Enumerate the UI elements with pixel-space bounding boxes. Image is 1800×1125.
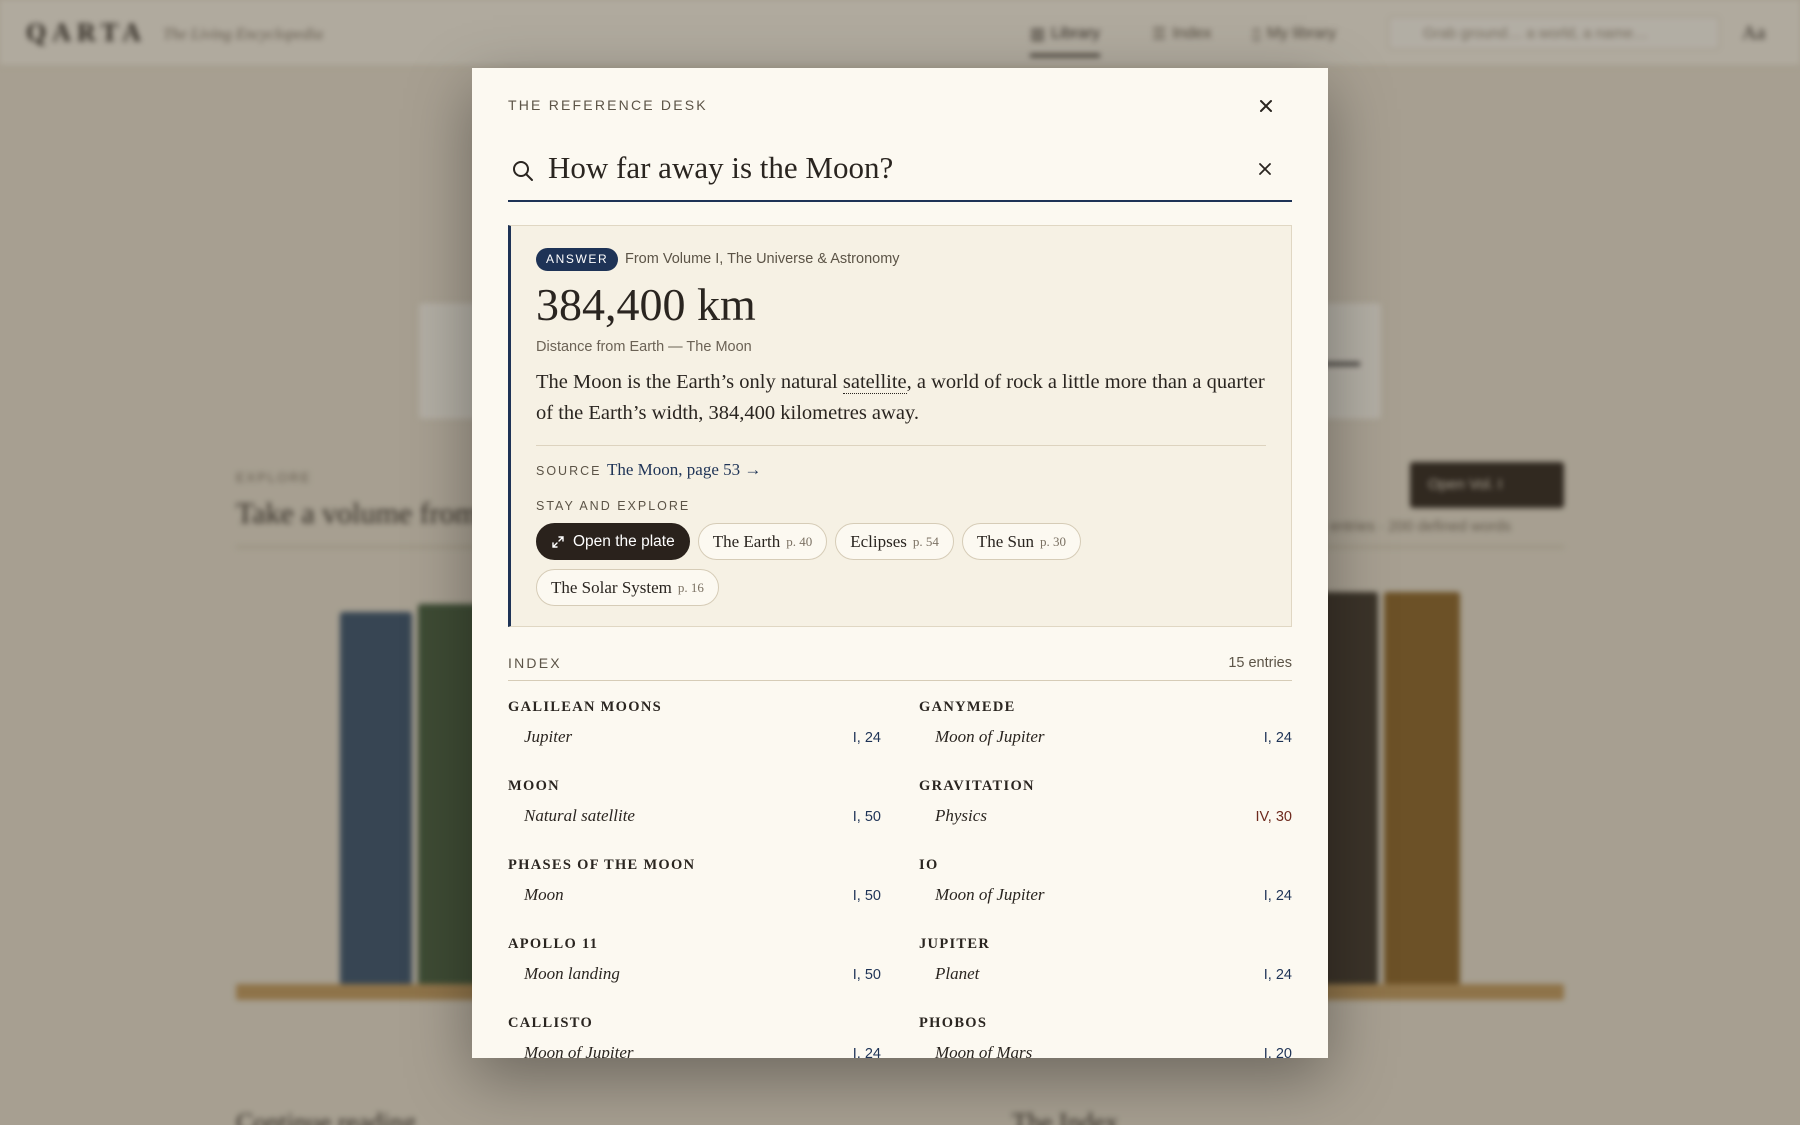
entry-subterm: Physics	[935, 806, 987, 825]
entry-subterm: Moon of Jupiter	[524, 1043, 634, 1058]
chip-label: The Sun	[976, 531, 1034, 551]
entry-ref[interactable]: I, 24	[853, 727, 881, 747]
chip-page: p. 30	[1040, 533, 1066, 549]
entry-term: IO	[919, 857, 939, 873]
question-search-bar	[508, 140, 1292, 202]
close-icon[interactable]	[1252, 92, 1280, 120]
entry-term: GANYMEDE	[919, 699, 1016, 715]
entry-term: JUPITER	[919, 936, 991, 952]
question-input[interactable]	[548, 144, 1228, 192]
index-entry[interactable]: MOON Natural satellite I, 50	[508, 775, 881, 854]
entry-term: PHOBOS	[919, 1015, 988, 1031]
chip-page: p. 16	[677, 579, 704, 595]
entry-subterm: Jupiter	[524, 727, 573, 746]
entry-subterm: Moon of Mars	[935, 1043, 1033, 1058]
entry-ref[interactable]: I, 24	[1264, 885, 1292, 905]
entry-ref[interactable]: I, 24	[853, 1043, 881, 1058]
defined-term-satellite[interactable]: satellite	[842, 371, 907, 394]
open-plate-label: Open the plate	[573, 532, 675, 550]
entry-ref[interactable]: I, 24	[1264, 727, 1292, 747]
index-list: GALILEAN MOONS Jupiter I, 24 GANYMEDE Moon …	[508, 696, 1292, 1058]
related-chips: Open the plate The Earth p. 40 Eclipses p.…	[536, 523, 1266, 606]
entry-term: CALLISTO	[508, 1015, 594, 1031]
index-entry[interactable]: JUPITER Planet I, 24	[919, 933, 1292, 1012]
source-label: SOURCE	[536, 464, 602, 478]
entry-term: GRAVITATION	[919, 778, 1035, 794]
answer-source-volume: From Volume I, The Universe & Astronomy	[625, 251, 900, 267]
chip-the-solar-system[interactable]: The Solar System p. 16	[536, 569, 719, 606]
index-count: 15 entries	[1228, 655, 1292, 671]
chip-the-earth[interactable]: The Earth p. 40	[697, 523, 828, 560]
answer-badge: ANSWER	[536, 248, 619, 271]
entry-ref[interactable]: I, 50	[853, 885, 881, 905]
chip-eclipses[interactable]: Eclipses p. 54	[835, 523, 954, 560]
expand-icon	[552, 535, 564, 548]
chip-label: The Solar System	[551, 577, 672, 597]
entry-term: APOLLO 11	[508, 936, 599, 952]
index-entry[interactable]: CALLISTO Moon of Jupiter I, 24	[508, 1012, 881, 1058]
source-link[interactable]: The Moon, page 53 →	[607, 460, 761, 480]
entry-ref[interactable]: I, 50	[853, 806, 881, 826]
index-entry[interactable]: GANYMEDE Moon of Jupiter I, 24	[919, 696, 1292, 775]
modal-title: THE REFERENCE DESK	[508, 97, 708, 113]
entry-subterm: Moon of Jupiter	[935, 885, 1045, 904]
answer-text-start: The Moon is the Earth’s only natural	[536, 371, 843, 393]
chip-label: Eclipses	[850, 531, 907, 551]
index-entry[interactable]: GALILEAN MOONS Jupiter I, 24	[508, 696, 881, 775]
entry-subterm: Moon of Jupiter	[935, 727, 1045, 746]
index-entry[interactable]: PHASES OF THE MOON Moon I, 50	[508, 854, 881, 933]
index-entry[interactable]: GRAVITATION Physics IV, 30	[919, 775, 1292, 854]
chip-label: The Earth	[712, 531, 781, 551]
stay-explore-label: STAY AND EXPLORE	[536, 499, 691, 513]
answer-value: 384,400 km	[536, 279, 756, 330]
entry-subterm: Planet	[935, 964, 980, 983]
index-divider	[508, 680, 1292, 681]
entry-ref[interactable]: IV, 30	[1255, 806, 1292, 826]
chip-page: p. 54	[912, 533, 939, 549]
entry-term: PHASES OF THE MOON	[508, 857, 696, 873]
entry-term: MOON	[508, 778, 560, 794]
entry-subterm: Moon	[524, 885, 564, 904]
chip-page: p. 40	[786, 533, 813, 549]
answer-text: The Moon is the Earth’s only natural sat…	[536, 367, 1276, 429]
open-plate-button[interactable]: Open the plate	[536, 523, 690, 560]
clear-query-icon[interactable]	[1252, 156, 1278, 182]
entry-subterm: Natural satellite	[524, 806, 635, 825]
answer-caption: Distance from Earth — The Moon	[536, 339, 752, 355]
chip-the-sun[interactable]: The Sun p. 30	[961, 523, 1081, 560]
index-label: INDEX	[508, 655, 562, 671]
entry-subterm: Moon landing	[524, 964, 620, 983]
entry-ref[interactable]: I, 50	[853, 964, 881, 984]
entry-term: GALILEAN MOONS	[508, 699, 662, 715]
entry-ref[interactable]: I, 24	[1264, 964, 1292, 984]
search-icon	[513, 161, 533, 181]
index-entry[interactable]: IO Moon of Jupiter I, 24	[919, 854, 1292, 933]
index-entry[interactable]: PHOBOS Moon of Mars I, 20	[919, 1012, 1292, 1058]
answer-card: ANSWER From Volume I, The Universe & Ast…	[508, 225, 1292, 627]
reference-desk-modal: THE REFERENCE DESK ANSWER From Volume I,…	[472, 68, 1328, 1058]
card-divider	[536, 445, 1266, 446]
entry-ref[interactable]: I, 20	[1264, 1043, 1292, 1058]
index-entry[interactable]: APOLLO 11 Moon landing I, 50	[508, 933, 881, 1012]
